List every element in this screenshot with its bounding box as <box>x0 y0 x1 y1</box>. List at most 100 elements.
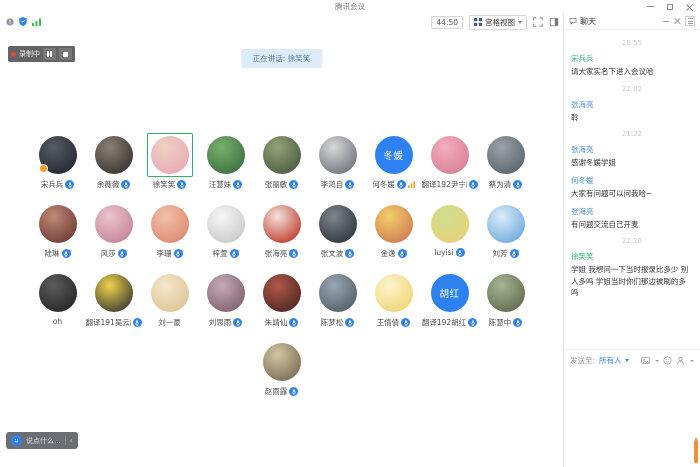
participant-tile[interactable]: 李鸿自 <box>310 133 366 190</box>
chat-close-icon[interactable] <box>674 18 680 24</box>
chat-header-controls <box>663 16 695 26</box>
participant-name: 汪慧妹 <box>209 179 232 190</box>
screenshot-icon[interactable] <box>641 356 650 365</box>
participant-name: 何冬媛 <box>372 179 395 190</box>
avatar-frame: 冬媛 <box>371 133 417 177</box>
avatar-frame <box>91 202 137 246</box>
chevron-down-icon[interactable] <box>690 360 694 362</box>
avatar-frame <box>315 271 361 315</box>
participant-tile[interactable]: 徐笑笑 <box>142 133 198 190</box>
participant-tile[interactable]: 王倩倩 <box>366 271 422 328</box>
participant-name: luyisi <box>434 248 453 257</box>
chat-menu-icon[interactable] <box>685 16 695 26</box>
avatar-frame <box>483 271 529 315</box>
participant-tile[interactable]: oh <box>30 271 86 328</box>
avatar: 胡红 <box>431 274 469 312</box>
participant-tile[interactable]: 张丽敏 <box>254 133 310 190</box>
participant-tile[interactable]: 张文波 <box>310 202 366 259</box>
emoji-icon <box>11 435 22 446</box>
host-badge <box>39 164 48 173</box>
chat-message-list[interactable]: 20:55宋兵兵请大家实名下进入会议哈21:02张海亮聆21:22张海亮感谢冬媛… <box>564 30 700 349</box>
avatar-frame <box>203 271 249 315</box>
shield-icon[interactable] <box>19 17 27 26</box>
chat-sender-name[interactable]: 何冬媛 <box>571 175 693 186</box>
participant-tile[interactable]: 陈慧中 <box>478 271 534 328</box>
participant-tile[interactable]: 宋兵兵 <box>30 133 86 190</box>
avatar <box>207 205 245 243</box>
view-mode-button[interactable]: 宫格视图 <box>469 15 527 30</box>
info-icon[interactable] <box>6 18 14 26</box>
participant-tile[interactable]: 赵雨露 <box>254 340 310 397</box>
speaking-highlight <box>147 133 193 177</box>
pause-recording-button[interactable] <box>43 48 56 60</box>
chat-sender-name[interactable]: 宋兵兵 <box>571 53 693 64</box>
participant-tile[interactable]: 金逸 <box>366 202 422 259</box>
participant-name-row: 翻译192尹宁静 <box>422 179 478 190</box>
collapse-chevron-icon[interactable]: ‹ <box>70 437 73 445</box>
fullscreen-icon[interactable] <box>533 17 543 27</box>
participant-name: 刘一豪 <box>158 317 181 328</box>
chat-sender-name[interactable]: 张海亮 <box>571 206 693 217</box>
chat-footer-icons <box>641 356 694 365</box>
chat-input-area[interactable] <box>564 371 700 467</box>
avatar <box>151 205 189 243</box>
participant-name: 李鸿自 <box>321 179 344 190</box>
chat-footer: 发送至: 所有人 <box>564 349 700 371</box>
chevron-down-icon <box>625 359 629 362</box>
participant-tile[interactable]: 梓萱 <box>198 202 254 259</box>
participant-tile[interactable]: 冬媛何冬媛 <box>366 133 422 190</box>
participant-name: 陈慧中 <box>489 317 512 328</box>
quick-chat-placeholder[interactable]: 说点什么... <box>26 436 61 446</box>
participant-tile[interactable]: 汪慧妹 <box>198 133 254 190</box>
mic-icon <box>177 180 186 189</box>
participant-tile[interactable]: 余薇薇 <box>86 133 142 190</box>
participant-tile[interactable]: 蔡为清 <box>478 133 534 190</box>
signal-icon[interactable] <box>32 18 41 26</box>
stop-recording-button[interactable] <box>59 48 72 60</box>
avatar <box>95 136 133 174</box>
participant-name: 翻译191吴云欣... <box>86 317 131 328</box>
participant-tile[interactable]: 刘芳 <box>478 202 534 259</box>
participant-tile[interactable]: 风莎 <box>86 202 142 259</box>
send-to-selector[interactable]: 所有人 <box>599 355 622 366</box>
participant-tile[interactable]: 陈梦松 <box>310 271 366 328</box>
chat-sender-name[interactable]: 张海亮 <box>571 144 693 155</box>
network-signal-icon <box>408 181 415 188</box>
chevron-down-icon[interactable] <box>655 360 659 362</box>
avatar <box>431 205 469 243</box>
avatar-frame <box>483 133 529 177</box>
participant-tile[interactable]: 陆琳 <box>30 202 86 259</box>
participant-name-row: 翻译191吴云欣... <box>86 317 142 328</box>
mention-person-icon[interactable] <box>676 356 685 365</box>
avatar-frame <box>35 202 81 246</box>
participant-name-row: 宋兵兵 <box>41 179 75 190</box>
chat-minimize-icon[interactable] <box>663 21 669 22</box>
participant-tile[interactable]: 翻译191吴云欣... <box>86 271 142 328</box>
participant-tile[interactable]: 李珊 <box>142 202 198 259</box>
avatar-frame <box>371 271 417 315</box>
participant-tile[interactable]: luyisi <box>422 202 478 259</box>
side-panel-icon[interactable] <box>549 17 559 27</box>
mic-icon <box>345 180 354 189</box>
participant-tile[interactable]: 刘一豪 <box>142 271 198 328</box>
smiley-icon[interactable] <box>663 356 672 365</box>
avatar-frame <box>259 340 305 384</box>
close-icon[interactable] <box>686 3 693 10</box>
chat-sender-name[interactable]: 张海亮 <box>571 99 693 110</box>
recording-label: 录制中 <box>19 49 40 59</box>
participant-tile[interactable]: 刘思雨 <box>198 271 254 328</box>
participant-name: 风莎 <box>101 248 116 259</box>
chat-sender-name[interactable]: 徐笑笑 <box>571 251 693 262</box>
quick-chat-pill[interactable]: 说点什么... ‹ <box>6 432 78 449</box>
mic-icon <box>133 318 142 327</box>
pencil-icon <box>694 437 698 463</box>
participant-tile[interactable]: 朱靖仙 <box>254 271 310 328</box>
participant-tile[interactable]: 张海亮 <box>254 202 310 259</box>
chat-message-text: 聆 <box>571 112 693 124</box>
participant-tile[interactable]: 胡红翻译192胡红 <box>422 271 478 328</box>
mic-icon <box>510 249 519 258</box>
participant-tile[interactable]: 翻译192尹宁静 <box>422 133 478 190</box>
minimize-icon[interactable] <box>647 6 654 7</box>
participant-name: 金逸 <box>381 248 396 259</box>
maximize-icon[interactable] <box>667 4 673 10</box>
